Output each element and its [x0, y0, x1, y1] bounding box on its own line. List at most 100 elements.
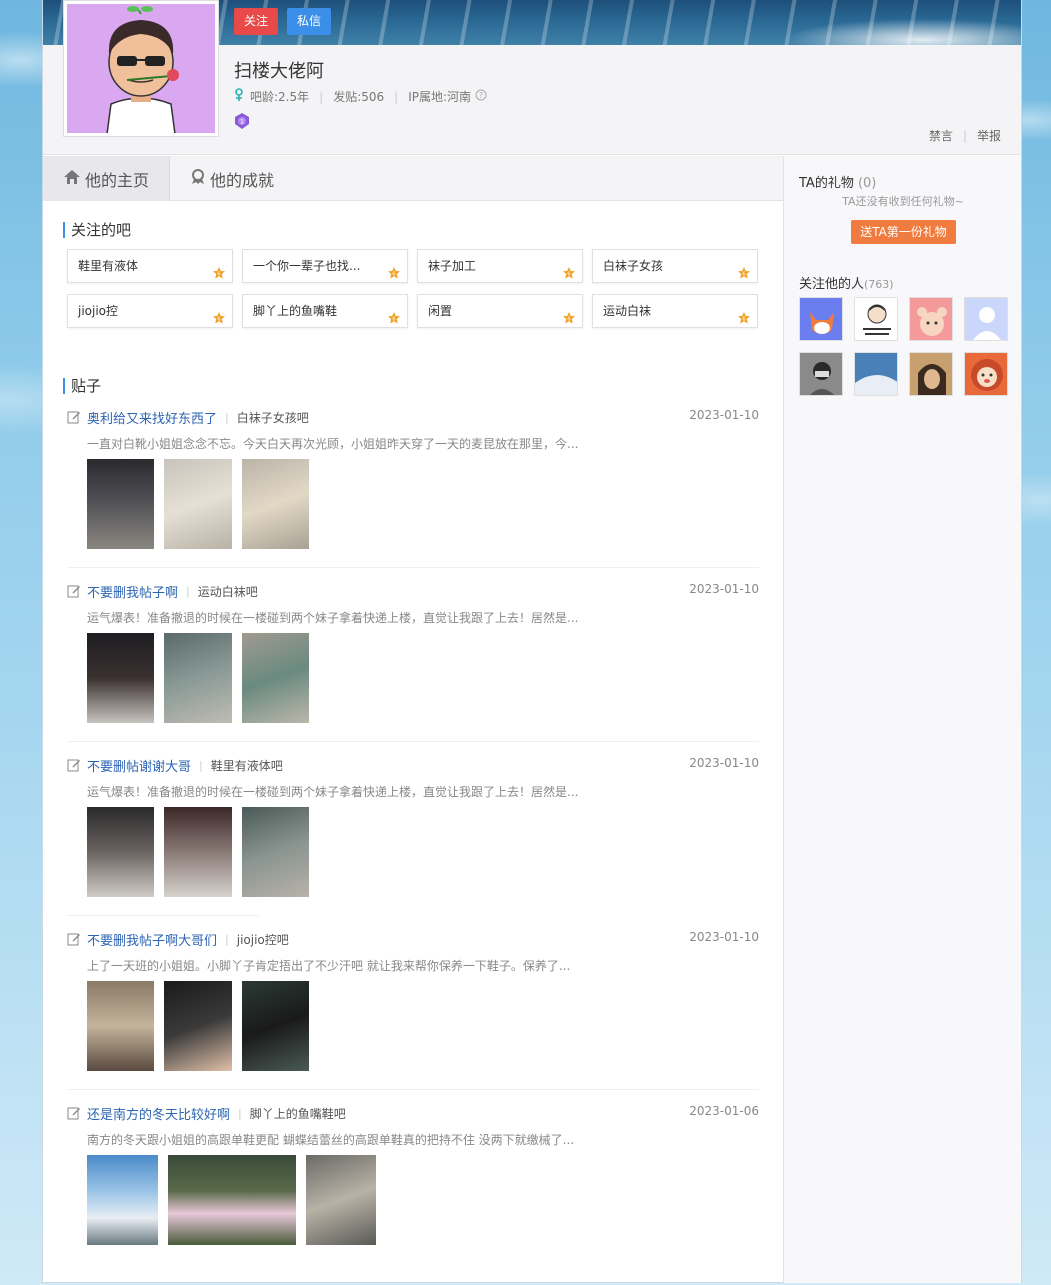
post-count: 发贴:506: [333, 90, 385, 104]
report-link[interactable]: 举报: [977, 127, 1001, 144]
avatar[interactable]: [63, 0, 219, 137]
post-image[interactable]: [242, 807, 309, 897]
send-gift-button[interactable]: 送TA第一份礼物: [851, 220, 956, 244]
bar-item[interactable]: 脚丫上的鱼嘴鞋 6: [242, 294, 408, 328]
profile-page: 关注 私信 扫楼大佬阿 吧龄:2.5年 | 发贴:506 | IP属地:河南 ?…: [42, 0, 1022, 1283]
level-badge-icon: 6: [737, 260, 751, 279]
profile-tabs: 他的主页 他的成就: [43, 156, 783, 201]
post-bar-link[interactable]: 脚丫上的鱼嘴鞋吧: [250, 1105, 346, 1122]
post-image[interactable]: [87, 459, 154, 549]
post-date: 2023-01-10: [689, 930, 759, 944]
level-badge-icon: 6: [562, 305, 576, 324]
post-title-link[interactable]: 不要删我帖子啊大哥们: [87, 930, 217, 949]
bar-item[interactable]: 闲置 6: [417, 294, 583, 328]
help-icon[interactable]: ?: [475, 89, 487, 104]
username: 扫楼大佬阿: [234, 61, 324, 82]
tab-home[interactable]: 他的主页: [43, 156, 171, 201]
followers-count: (763): [864, 278, 894, 291]
post-title-link[interactable]: 还是南方的冬天比较好啊: [87, 1104, 230, 1123]
post-image[interactable]: [164, 633, 232, 723]
follower-avatar[interactable]: [799, 352, 843, 396]
post-image[interactable]: [242, 633, 309, 723]
bar-item[interactable]: 袜子加工 6: [417, 249, 583, 283]
post-image[interactable]: [168, 1155, 296, 1245]
post-excerpt: 运气爆表！准备撤退的时候在一楼碰到两个妹子拿着快递上楼，直觉让我跟了上去！居然是…: [87, 611, 579, 625]
svg-text:6: 6: [567, 317, 571, 323]
post-image[interactable]: [164, 981, 232, 1071]
bar-item[interactable]: 鞋里有液体 6: [67, 249, 233, 283]
post-date: 2023-01-10: [689, 408, 759, 422]
post-bar-link[interactable]: 白袜子女孩吧: [237, 409, 309, 426]
gift-count: (0): [857, 176, 877, 191]
post-item: 还是南方的冬天比较好啊 | 脚丫上的鱼嘴鞋吧 2023-01-06 南方的冬天跟…: [67, 1104, 759, 1245]
svg-text:6: 6: [392, 272, 396, 278]
bar-item[interactable]: 运动白袜 6: [592, 294, 758, 328]
post-image[interactable]: [87, 807, 154, 897]
post-thumbnails: [87, 1155, 386, 1245]
follower-avatar[interactable]: [909, 352, 953, 396]
member-badge-icon[interactable]: 1: [234, 112, 250, 129]
post-date: 2023-01-10: [689, 756, 759, 770]
edit-icon: [67, 758, 81, 772]
post-excerpt: 南方的冬天跟小姐姐的高跟单鞋更配 蝴蝶结蕾丝的高跟单鞋真的把持不住 没两下就缴械…: [87, 1133, 575, 1147]
bar-item[interactable]: jiojio控 6: [67, 294, 233, 328]
gift-title: TA的礼物 (0): [799, 176, 877, 191]
post-bar-link[interactable]: 鞋里有液体吧: [211, 757, 283, 774]
post-image[interactable]: [242, 459, 309, 549]
posts-title: 贴子: [63, 378, 101, 394]
post-image[interactable]: [87, 981, 154, 1071]
post-bar-link[interactable]: jiojio控吧: [237, 931, 289, 948]
achievement-icon: [190, 168, 210, 189]
level-badge-icon: 6: [562, 260, 576, 279]
followed-bars-title: 关注的吧: [63, 222, 131, 238]
post-excerpt: 运气爆表！准备撤退的时候在一楼碰到两个妹子拿着快递上楼，直觉让我跟了上去！居然是…: [87, 785, 579, 799]
edit-icon: [67, 584, 81, 598]
post-thumbnails: [87, 633, 319, 723]
post-image[interactable]: [164, 807, 232, 897]
header-actions: 禁言 | 举报: [928, 127, 1001, 144]
post-image[interactable]: [306, 1155, 376, 1245]
bar-item[interactable]: 白袜子女孩 6: [592, 249, 758, 283]
user-meta: 吧龄:2.5年 | 发贴:506 | IP属地:河南 ?: [234, 88, 487, 105]
follower-avatar[interactable]: [799, 297, 843, 341]
svg-text:6: 6: [217, 272, 221, 278]
gender-icon: [234, 88, 244, 105]
post-date: 2023-01-10: [689, 582, 759, 596]
post-bar-link[interactable]: 运动白袜吧: [198, 583, 258, 600]
post-title-link[interactable]: 不要删帖谢谢大哥: [87, 756, 191, 775]
follower-avatar[interactable]: [964, 297, 1008, 341]
post-image[interactable]: [87, 1155, 158, 1245]
followers-title: 关注他的人(763): [799, 277, 894, 292]
edit-icon: [67, 932, 81, 946]
bar-age: 吧龄:2.5年: [250, 90, 310, 104]
follower-avatar[interactable]: [854, 297, 898, 341]
bar-item[interactable]: 一个你一辈子也找... 6: [242, 249, 408, 283]
home-icon: [63, 169, 85, 189]
level-badge-icon: 6: [212, 305, 226, 324]
follow-button[interactable]: 关注: [234, 8, 279, 35]
post-image[interactable]: [87, 633, 154, 723]
post-title-link[interactable]: 奥利给又来找好东西了: [87, 408, 217, 427]
svg-text:6: 6: [742, 317, 746, 323]
svg-text:6: 6: [217, 317, 221, 323]
svg-text:6: 6: [392, 317, 396, 323]
post-image[interactable]: [164, 459, 232, 549]
edit-icon: [67, 1106, 81, 1120]
level-badge-icon: 6: [212, 260, 226, 279]
ip-location: IP属地:河南: [408, 90, 472, 104]
level-badge-icon: 6: [737, 305, 751, 324]
gift-empty-text: TA还没有收到任何礼物~: [842, 195, 964, 208]
post-image[interactable]: [242, 981, 309, 1071]
post-date: 2023-01-06: [689, 1104, 759, 1118]
ban-link[interactable]: 禁言: [929, 127, 953, 144]
level-badge-icon: 6: [387, 260, 401, 279]
post-thumbnails: [87, 981, 319, 1071]
follower-avatar[interactable]: [964, 352, 1008, 396]
tab-achievements[interactable]: 他的成就: [170, 156, 294, 201]
post-title-link[interactable]: 不要删我帖子啊: [87, 582, 178, 601]
post-item: 不要删帖谢谢大哥 | 鞋里有液体吧 2023-01-10 运气爆表！准备撤退的时…: [67, 756, 759, 916]
follower-avatar[interactable]: [909, 297, 953, 341]
follower-avatar[interactable]: [854, 352, 898, 396]
post-thumbnails: [87, 807, 319, 897]
message-button[interactable]: 私信: [287, 8, 332, 35]
